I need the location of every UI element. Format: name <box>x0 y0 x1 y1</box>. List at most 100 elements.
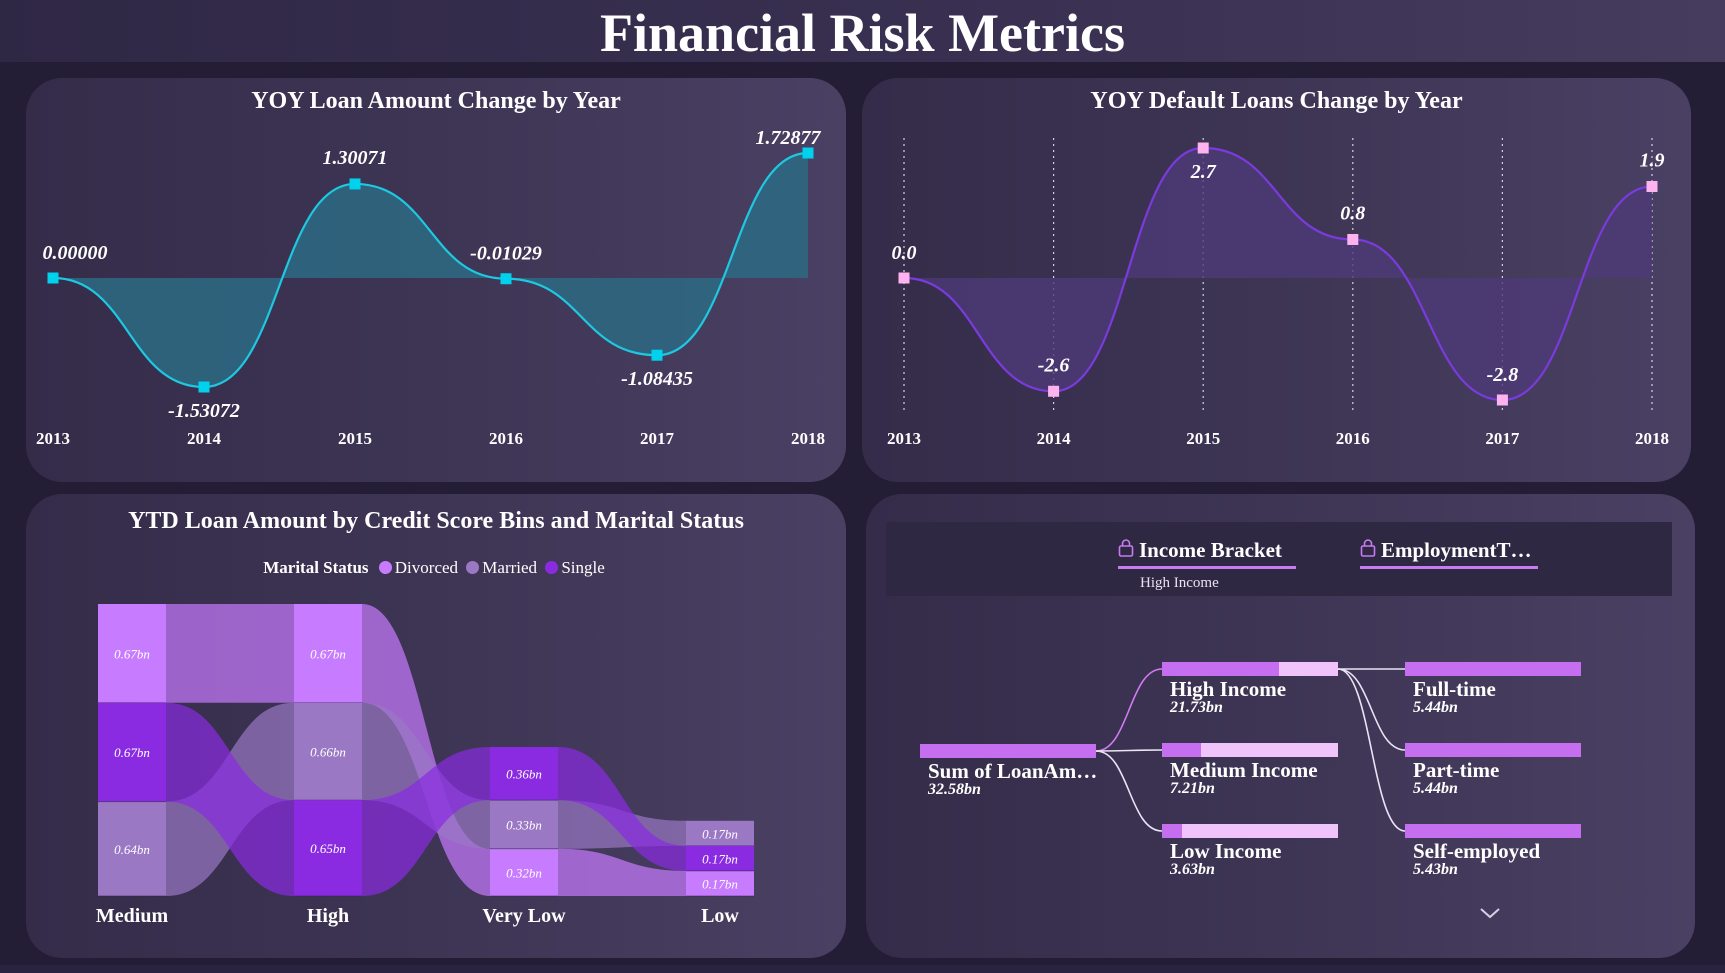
x-tick-2016: 2016 <box>489 429 523 448</box>
node-bar-fill <box>1405 743 1581 757</box>
node-value: 5.44bn <box>1413 699 1458 716</box>
connector-root-medium <box>1095 749 1163 752</box>
x-tick-2013: 2013 <box>887 429 921 448</box>
data-label-2013: 0.0 <box>892 242 917 264</box>
data-label-2018: 1.72877 <box>756 127 822 149</box>
node-bar-fill <box>1162 743 1201 757</box>
category-label-low: Low <box>701 905 739 927</box>
tree-node-root[interactable]: Sum of LoanAm… 32.58bn <box>920 744 1098 798</box>
node-bar-fill <box>1162 824 1182 838</box>
ytd-loan-ribbon-panel: YTD Loan Amount by Credit Score Bins and… <box>26 494 846 958</box>
data-point-2016 <box>500 273 512 285</box>
node-bar-fill <box>1405 824 1581 838</box>
category-label-high: High <box>307 905 349 927</box>
category-label-very-low: Very Low <box>482 905 566 927</box>
node-bar <box>920 744 1096 758</box>
ribbon-divorced-0 <box>166 604 294 703</box>
node-bar-fill <box>1162 662 1280 676</box>
node-bar <box>1162 824 1338 838</box>
node-bar <box>1162 662 1338 676</box>
area-fill <box>53 153 808 387</box>
x-tick-2017: 2017 <box>1485 429 1520 448</box>
x-tick-2018: 2018 <box>1635 429 1669 448</box>
tree-connectors <box>1095 668 1406 832</box>
data-point-2014 <box>1048 385 1060 397</box>
segment-label: 0.36bn <box>506 767 542 782</box>
data-point-2013 <box>898 272 910 284</box>
segment-label: 0.17bn <box>702 876 738 891</box>
data-point-2018 <box>802 147 814 159</box>
node-value: 5.43bn <box>1413 861 1458 878</box>
ribbon-chart: 0.67bn 0.64bn 0.67bn Medium 0.67bn 0.66bn 0.65… <box>96 604 754 927</box>
connector-root-high <box>1095 668 1163 752</box>
data-point-2013 <box>47 272 59 284</box>
node-bar <box>1405 743 1581 757</box>
tree-node-medium-income[interactable]: Medium Income 7.21bn <box>1162 743 1338 797</box>
node-bar <box>1405 824 1581 838</box>
node-label: Sum of LoanAm… <box>928 759 1098 783</box>
yoy-loan-amount-panel: YOY Loan Amount Change by Year 0.00000 20… <box>26 78 846 482</box>
node-label: Part-time <box>1413 758 1500 782</box>
node-label: High Income <box>1170 677 1287 701</box>
node-bar <box>1405 662 1581 676</box>
page-header: Financial Risk Metrics <box>0 0 1725 63</box>
x-tick-2015: 2015 <box>1186 429 1220 448</box>
node-value: 3.63bn <box>1170 861 1215 878</box>
yoy-default-loans-chart: 0.0 2013 -2.6 2014 2.7 2015 0.8 2016 -2.8 2017 1.9… <box>887 138 1669 448</box>
segment-label: 0.67bn <box>114 745 150 760</box>
tree-node-part-time[interactable]: Part-time 5.44bn <box>1405 743 1581 797</box>
data-label-2014: -1.53072 <box>168 400 240 422</box>
x-tick-2014: 2014 <box>1037 429 1072 448</box>
page-title: Financial Risk Metrics <box>600 3 1125 63</box>
data-point-2015 <box>1197 142 1209 154</box>
segment-label: 0.33bn <box>506 817 542 832</box>
data-point-2017 <box>651 349 663 361</box>
node-bar-fill <box>1405 662 1581 676</box>
data-label-2016: 0.8 <box>1340 202 1365 224</box>
area-fill <box>904 148 1652 400</box>
data-point-2017 <box>1496 394 1508 406</box>
segment-label: 0.64bn <box>114 842 150 857</box>
data-label-2013: 0.00000 <box>43 242 108 264</box>
tree-node-low-income[interactable]: Low Income 3.63bn <box>1162 824 1338 878</box>
x-tick-2014: 2014 <box>187 429 222 448</box>
x-tick-2018: 2018 <box>791 429 825 448</box>
yoy-default-loans-panel: YOY Default Loans Change by Year 0.0 2013… <box>862 78 1691 482</box>
x-tick-2015: 2015 <box>338 429 372 448</box>
node-label: Full-time <box>1413 677 1496 701</box>
tree-node-self-employed[interactable]: Self-employed 5.43bn <box>1405 824 1581 878</box>
tree-node-full-time[interactable]: Full-time 5.44bn <box>1405 662 1581 716</box>
segment-label: 0.65bn <box>310 841 346 856</box>
connector-root-low <box>1095 750 1163 832</box>
node-label: Low Income <box>1170 839 1282 863</box>
data-point-2015 <box>349 178 361 190</box>
node-bar-fill <box>920 744 1096 758</box>
data-label-2016: -0.01029 <box>470 243 542 265</box>
data-label-2017: -1.08435 <box>621 368 693 390</box>
bottom-strip <box>0 965 1725 973</box>
data-label-2017: -2.8 <box>1487 364 1519 386</box>
data-point-2014 <box>198 381 210 393</box>
data-point-2018 <box>1646 181 1658 193</box>
data-label-2015: 1.30071 <box>323 147 388 169</box>
category-label-medium: Medium <box>96 905 169 927</box>
node-bar <box>1162 743 1338 757</box>
segment-label: 0.66bn <box>310 744 346 759</box>
connector-high-selfemployed <box>1337 668 1406 832</box>
x-tick-2013: 2013 <box>36 429 70 448</box>
node-value: 5.44bn <box>1413 780 1458 797</box>
segment-label: 0.17bn <box>702 826 738 841</box>
data-label-2015: 2.7 <box>1190 161 1217 183</box>
node-value: 7.21bn <box>1170 780 1215 797</box>
segment-label: 0.17bn <box>702 851 738 866</box>
yoy-loan-amount-chart: 0.00000 2013 -1.53072 2014 1.30071 2015 -0.010… <box>36 127 825 448</box>
tree-node-high-income[interactable]: High Income 21.73bn <box>1162 662 1338 716</box>
data-label-2018: 1.9 <box>1640 150 1665 172</box>
segment-label: 0.67bn <box>114 646 150 661</box>
connector-high-parttime <box>1337 668 1406 751</box>
node-label: Medium Income <box>1170 758 1318 782</box>
data-label-2014: -2.6 <box>1038 354 1070 376</box>
node-value: 21.73bn <box>1170 699 1223 716</box>
data-point-2016 <box>1347 233 1359 245</box>
segment-label: 0.67bn <box>310 646 346 661</box>
